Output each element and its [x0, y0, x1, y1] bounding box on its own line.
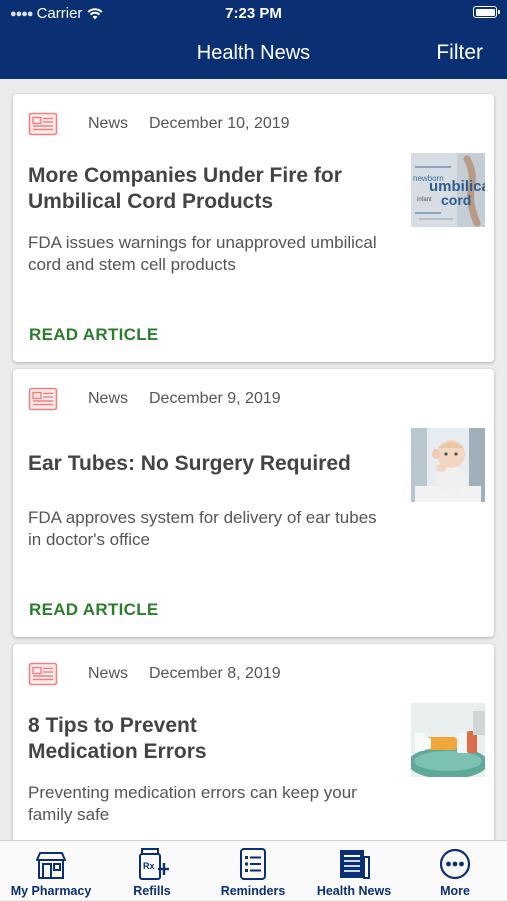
status-time: 7:23 PM: [225, 5, 282, 22]
battery-icon: [473, 6, 500, 18]
article-summary: FDA issues warnings for unapproved umbil…: [28, 233, 377, 274]
more-icon: [439, 848, 471, 880]
article-category: News: [88, 665, 129, 682]
read-article-button[interactable]: READ ARTICLE: [29, 600, 159, 620]
article-category: News: [88, 390, 129, 407]
article-card[interactable]: News December 9, 2019 Ear Tubes: No Surg…: [13, 369, 494, 637]
article-title[interactable]: More Companies Under Fire for Umbilical …: [28, 163, 378, 215]
tab-my-pharmacy[interactable]: My Pharmacy: [1, 841, 101, 901]
article-category: News: [88, 115, 129, 132]
pharmacy-icon: [36, 852, 66, 879]
nav-bar: Health News Filter: [0, 28, 507, 79]
newspaper-icon: [28, 662, 58, 686]
page-title: Health News: [196, 42, 311, 64]
tab-health-news[interactable]: Health News: [304, 841, 404, 901]
article-summary: Preventing medication errors can keep yo…: [28, 783, 357, 824]
medicine-cabinet-image: [411, 703, 485, 777]
health-news-icon: [340, 850, 370, 879]
reminders-icon: [240, 848, 266, 880]
article-date: December 10, 2019: [149, 115, 290, 132]
article-card[interactable]: News December 10, 2019 More Companies Un…: [13, 94, 494, 362]
refills-icon: Rx: [139, 848, 169, 880]
umbilical-cord-word-cloud-image: newborn umbilical cord infant: [411, 153, 485, 227]
article-thumbnail[interactable]: newborn umbilical cord infant: [411, 153, 485, 227]
article-thumbnail[interactable]: [411, 428, 485, 502]
tab-label: Reminders: [220, 884, 286, 898]
tab-refills[interactable]: Rx Refills: [102, 841, 202, 901]
tab-more[interactable]: More: [405, 841, 505, 901]
baby-photo-image: [411, 428, 485, 502]
newspaper-icon: [28, 112, 58, 136]
tab-bar: My Pharmacy Rx Refills Reminders Health …: [0, 840, 507, 900]
status-bar: ●●●● Carrier 7:23 PM: [0, 0, 507, 28]
svg-text:infant: infant: [417, 197, 432, 203]
article-summary: FDA approves system for delivery of ear …: [28, 508, 377, 549]
article-date: December 8, 2019: [149, 665, 281, 682]
article-card[interactable]: News December 8, 2019 8 Tips to Prevent …: [13, 644, 494, 840]
news-feed[interactable]: News December 10, 2019 More Companies Un…: [0, 79, 507, 840]
tab-reminders[interactable]: Reminders: [203, 841, 303, 901]
newspaper-icon: [28, 387, 58, 411]
article-thumbnail[interactable]: [411, 703, 485, 777]
tab-label: More: [440, 884, 470, 898]
tab-label: Health News: [316, 884, 392, 898]
article-title[interactable]: 8 Tips to Prevent Medication Errors: [28, 713, 268, 765]
tab-label: My Pharmacy: [10, 884, 92, 898]
article-title[interactable]: Ear Tubes: No Surgery Required: [28, 451, 378, 477]
tab-label: Refills: [133, 884, 171, 898]
read-article-button[interactable]: READ ARTICLE: [29, 325, 159, 345]
filter-button[interactable]: Filter: [436, 41, 483, 65]
article-date: December 9, 2019: [149, 390, 281, 407]
svg-text:Rx: Rx: [143, 861, 155, 871]
svg-text:cord: cord: [441, 192, 471, 208]
